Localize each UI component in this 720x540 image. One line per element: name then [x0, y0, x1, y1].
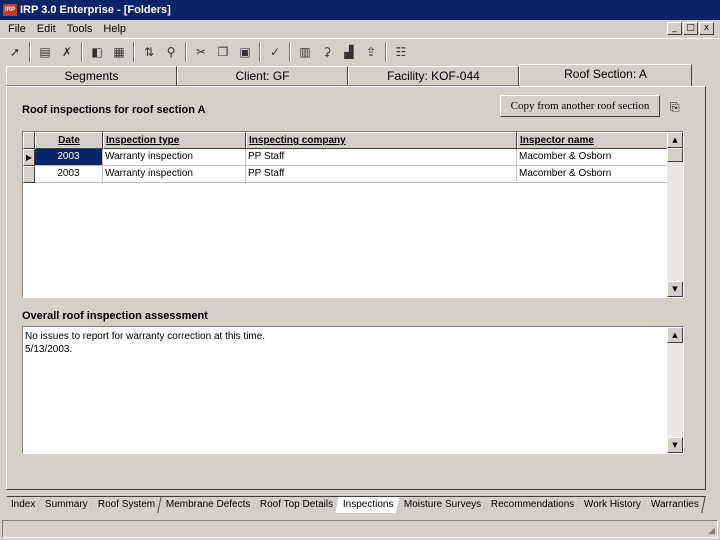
tab-label: Membrane Defects [165, 499, 250, 510]
antenna-icon[interactable]: ⚳ [316, 41, 338, 63]
pointer-icon[interactable]: ➚ [4, 41, 26, 63]
window-title: IRP 3.0 Enterprise - [Folders] [20, 4, 171, 16]
current-row-indicator-icon: ▶ [23, 149, 35, 166]
table-icon[interactable]: ▦ [108, 41, 130, 63]
table-row[interactable]: 2003 Warranty inspection PP Staff Macomb… [23, 166, 668, 183]
find-icon[interactable]: ⚲ [160, 41, 182, 63]
tab-warranties[interactable]: Warranties [643, 496, 707, 513]
new-doc-icon[interactable]: ▤ [34, 41, 56, 63]
scroll-up-icon[interactable]: ▲ [667, 327, 683, 343]
toolbar-separator [81, 41, 83, 62]
toolbar: ➚ ▤ ✗ ◧ ▦ ⇅ ⚲ ✂ ❐ ▣ ✓ ▥ ⚳ ▟ ⇪ ☷ [0, 38, 720, 64]
tab-roof-section[interactable]: Roof Section: A [519, 64, 692, 86]
tab-label: Index [10, 499, 36, 510]
toolbar-separator [133, 41, 135, 62]
scroll-down-icon[interactable]: ▼ [667, 437, 683, 453]
menu-bar: File Edit Tools Help _ □ x [0, 20, 720, 38]
column-header-inspecting-company[interactable]: Inspecting company [246, 132, 517, 149]
column-header-inspection-type[interactable]: Inspection type [103, 132, 246, 149]
cell-inspecting-company[interactable]: PP Staff [246, 149, 517, 166]
tab-roof-system[interactable]: Roof System [90, 496, 163, 513]
tab-label: Inspections [343, 499, 394, 510]
window-controls: _ □ x [667, 22, 714, 35]
title-bar: IRP IRP 3.0 Enterprise - [Folders] [0, 0, 720, 20]
column-header-inspector-name[interactable]: Inspector name [517, 132, 668, 149]
tab-label: Moisture Surveys [403, 499, 481, 510]
tab-moisture-surveys[interactable]: Moisture Surveys [395, 496, 488, 513]
status-bar: ◢ [2, 520, 718, 538]
folder-tabs: Index Summary Roof System Membrane Defec… [3, 496, 707, 513]
tab-label: Summary [45, 499, 89, 510]
tab-roof-top-details[interactable]: Roof Top Details [252, 496, 341, 513]
tab-facility[interactable]: Facility: KOF-044 [348, 66, 519, 86]
tab-recommendations[interactable]: Recommendations [483, 496, 582, 513]
column-header-date[interactable]: Date [35, 132, 103, 149]
toolbar-separator [185, 41, 187, 62]
close-button[interactable]: x [699, 22, 714, 35]
cell-inspection-type[interactable]: Warranty inspection [103, 166, 246, 183]
app-logo-icon: IRP [3, 4, 17, 16]
tab-inspections[interactable]: Inspections [335, 496, 401, 513]
export-icon[interactable]: ⇪ [360, 41, 382, 63]
grid-vertical-scrollbar[interactable]: ▲ ▼ [667, 132, 683, 297]
row-header-corner [23, 132, 35, 149]
toolbar-separator [385, 41, 387, 62]
open-folder-icon[interactable]: ◧ [86, 41, 108, 63]
copy-icon[interactable]: ❐ [212, 41, 234, 63]
tab-label: Roof Top Details [259, 499, 334, 510]
cell-date[interactable]: 2003 [35, 166, 103, 183]
assessment-title: Overall roof inspection assessment [22, 310, 208, 322]
tab-client[interactable]: Client: GF [177, 66, 348, 86]
inspections-title: Roof inspections for roof section A [22, 104, 206, 116]
cell-inspection-type[interactable]: Warranty inspection [103, 149, 246, 166]
tab-work-history[interactable]: Work History [576, 496, 649, 513]
properties-icon[interactable]: ☷ [390, 41, 412, 63]
assessment-textarea[interactable]: No issues to report for warranty correct… [22, 326, 684, 454]
menu-file[interactable]: File [4, 23, 33, 35]
cut-icon[interactable]: ✂ [190, 41, 212, 63]
tab-membrane-defects[interactable]: Membrane Defects [157, 496, 257, 513]
row-selector[interactable] [23, 166, 35, 183]
tab-label: Warranties [651, 499, 700, 510]
scroll-up-icon[interactable]: ▲ [667, 132, 683, 148]
paste-icon[interactable]: ▣ [234, 41, 256, 63]
assessment-text[interactable]: No issues to report for warranty correct… [25, 330, 665, 356]
cell-date[interactable]: 2003 [35, 149, 103, 166]
toolbar-separator [289, 41, 291, 62]
cell-inspector-name[interactable]: Macomber & Osborn [517, 166, 668, 183]
resize-grip-icon[interactable]: ◢ [708, 526, 715, 536]
grid-header: Date Inspection type Inspecting company … [23, 132, 668, 149]
spellcheck-icon[interactable]: ✓ [264, 41, 286, 63]
minimize-button[interactable]: _ [667, 22, 682, 35]
table-row[interactable]: ▶ 2003 Warranty inspection PP Staff Maco… [23, 149, 668, 166]
record-tabs: Segments Client: GF Facility: KOF-044 Ro… [6, 64, 692, 86]
delete-icon[interactable]: ✗ [56, 41, 78, 63]
chart-icon[interactable]: ▟ [338, 41, 360, 63]
tab-index[interactable]: Index [3, 496, 43, 513]
scroll-down-icon[interactable]: ▼ [667, 281, 683, 297]
toolbar-separator [259, 41, 261, 62]
tab-label: Roof System [98, 499, 156, 510]
sort-icon[interactable]: ⇅ [138, 41, 160, 63]
copy-records-icon[interactable]: ⎘ [670, 100, 686, 116]
cell-inspecting-company[interactable]: PP Staff [246, 166, 517, 183]
tab-segments[interactable]: Segments [6, 66, 177, 86]
calculator-icon[interactable]: ▥ [294, 41, 316, 63]
tab-label: Recommendations [490, 499, 575, 510]
inspections-grid: Date Inspection type Inspecting company … [22, 131, 684, 298]
tab-label: Work History [584, 499, 642, 510]
toolbar-separator [29, 41, 31, 62]
assessment-vertical-scrollbar[interactable]: ▲ ▼ [667, 327, 683, 453]
tab-summary[interactable]: Summary [37, 496, 96, 513]
menu-help[interactable]: Help [99, 23, 133, 35]
cell-inspector-name[interactable]: Macomber & Osborn [517, 149, 668, 166]
scroll-thumb[interactable] [667, 148, 683, 162]
menu-edit[interactable]: Edit [33, 23, 63, 35]
menu-tools[interactable]: Tools [63, 23, 100, 35]
copy-from-section-button[interactable]: Copy from another roof section [500, 95, 660, 117]
maximize-button[interactable]: □ [683, 22, 698, 35]
